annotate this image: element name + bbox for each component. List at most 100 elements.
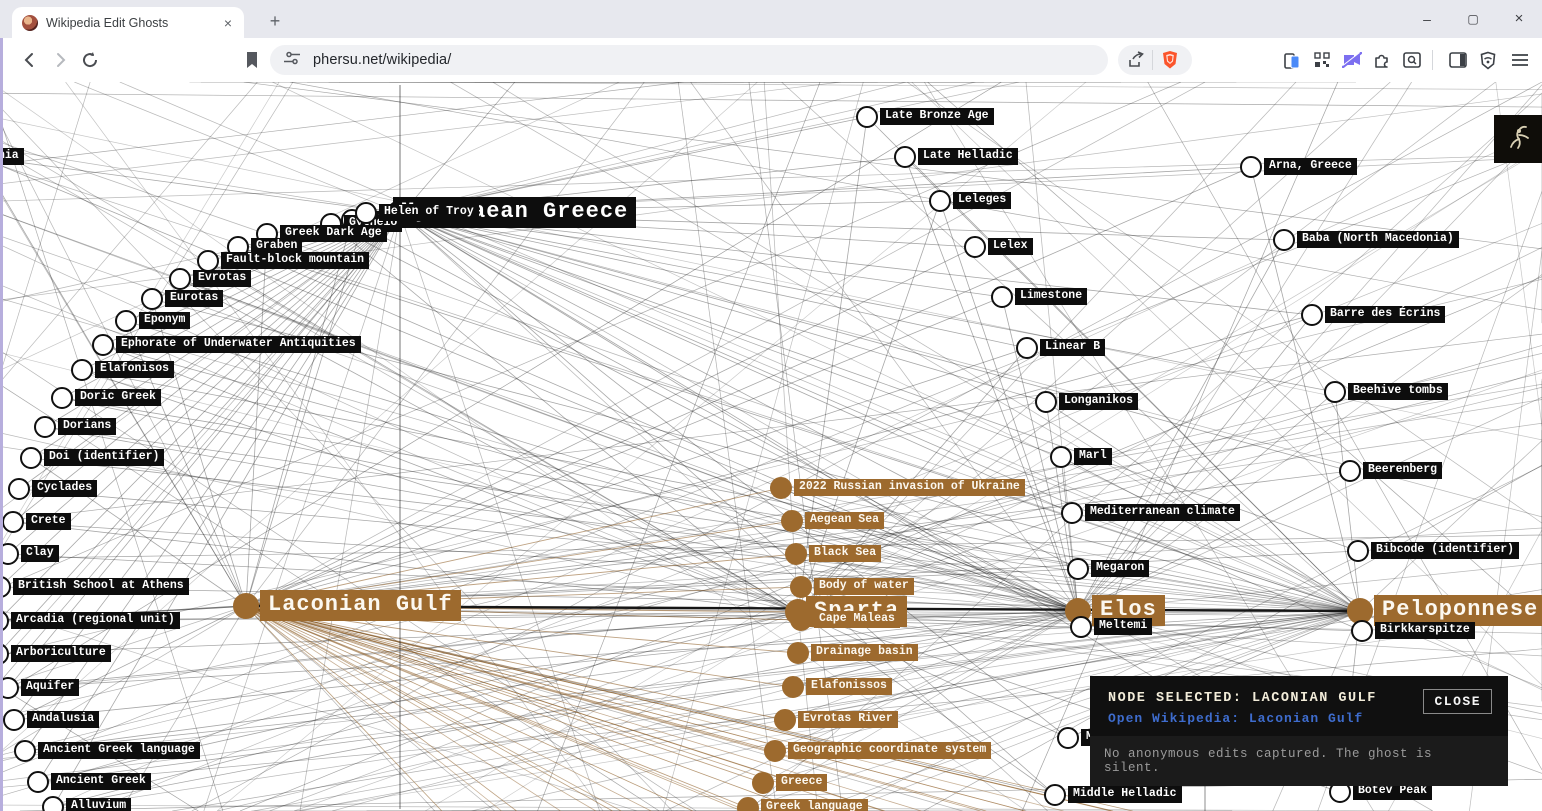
window-close-button[interactable]: ×	[1498, 0, 1540, 38]
site-settings-icon[interactable]	[284, 51, 301, 70]
node-label: Helen of Troy	[379, 204, 479, 221]
node-label: Aegean Sea	[805, 512, 884, 529]
node-circle[interactable]	[92, 334, 114, 356]
window-maximize-button[interactable]: ▢	[1452, 0, 1494, 38]
node-circle[interactable]	[770, 477, 792, 499]
node-circle[interactable]	[42, 796, 64, 811]
node-label: Ancient Greek	[51, 773, 151, 790]
share-icon[interactable]	[1122, 46, 1150, 74]
node-circle[interactable]	[774, 709, 796, 731]
node-circle[interactable]	[929, 190, 951, 212]
node-label: Late Bronze Age	[880, 108, 994, 125]
back-icon[interactable]	[16, 46, 44, 74]
node-circle[interactable]	[964, 236, 986, 258]
node-circle[interactable]	[1016, 337, 1038, 359]
node-circle[interactable]	[1035, 391, 1057, 413]
tab-title: Wikipedia Edit Ghosts	[46, 16, 214, 30]
node-circle[interactable]	[856, 106, 878, 128]
node-circle[interactable]	[233, 593, 259, 619]
node-label: Birkkarspitze	[1375, 622, 1475, 639]
panel-body: No anonymous edits captured. The ghost i…	[1090, 736, 1508, 786]
node-circle[interactable]	[2, 511, 24, 533]
node-label: Elafonisos	[95, 361, 174, 378]
node-circle[interactable]	[141, 288, 163, 310]
node-label: Greece	[776, 774, 827, 791]
video-off-icon[interactable]	[1338, 46, 1366, 74]
toolbar-divider	[1152, 50, 1153, 70]
reload-icon[interactable]	[76, 46, 104, 74]
url-bar[interactable]: phersu.net/wikipedia/	[270, 45, 1108, 75]
node-label: Limestone	[1015, 288, 1087, 305]
node-label: Andalusia	[27, 711, 99, 728]
node-circle[interactable]	[51, 387, 73, 409]
node-circle[interactable]	[1067, 558, 1089, 580]
node-circle[interactable]	[355, 202, 377, 224]
node-circle[interactable]	[1057, 727, 1079, 749]
sidebar-icon[interactable]	[1444, 46, 1472, 74]
node-circle[interactable]	[1240, 156, 1262, 178]
node-circle[interactable]	[169, 268, 191, 290]
phersu-ghost-logo[interactable]	[1494, 115, 1542, 163]
search-tabs-icon[interactable]	[1398, 46, 1426, 74]
node-circle[interactable]	[1339, 460, 1361, 482]
browser-toolbar: phersu.net/wikipedia/	[0, 38, 1542, 82]
node-circle[interactable]	[115, 310, 137, 332]
node-label: Linear B	[1040, 339, 1105, 356]
new-tab-button[interactable]: +	[262, 9, 288, 35]
node-circle[interactable]	[790, 576, 812, 598]
bookmark-icon[interactable]	[238, 46, 266, 74]
panel-header: NODE SELECTED: LACONIAN GULF Open Wikipe…	[1090, 676, 1508, 736]
node-circle[interactable]	[3, 709, 25, 731]
tab-close-icon[interactable]: ×	[222, 15, 234, 31]
node-circle[interactable]	[1351, 620, 1373, 642]
node-circle[interactable]	[1061, 502, 1083, 524]
node-circle[interactable]	[991, 286, 1013, 308]
node-circle[interactable]	[1301, 304, 1323, 326]
node-label: Doi (identifier)	[44, 449, 164, 466]
node-circle[interactable]	[764, 740, 786, 762]
node-circle[interactable]	[1044, 784, 1066, 806]
node-label: Meltemi	[1094, 618, 1152, 635]
forward-icon[interactable]	[46, 46, 74, 74]
device-icon[interactable]	[1278, 46, 1306, 74]
node-circle[interactable]	[27, 771, 49, 793]
node-circle[interactable]	[14, 740, 36, 762]
node-label: Laconian Gulf	[260, 590, 461, 621]
node-label: Clay	[21, 545, 59, 562]
extensions-icon[interactable]	[1368, 46, 1396, 74]
rewards-shield-icon[interactable]	[1474, 46, 1502, 74]
node-circle[interactable]	[782, 676, 804, 698]
ghost-status-message: No anonymous edits captured. The ghost i…	[1104, 747, 1494, 775]
node-circle[interactable]	[1050, 446, 1072, 468]
node-circle[interactable]	[1347, 540, 1369, 562]
node-circle[interactable]	[894, 146, 916, 168]
node-label: Barre des Écrins	[1325, 306, 1445, 323]
node-circle[interactable]	[20, 447, 42, 469]
brave-shield-icon[interactable]	[1156, 46, 1184, 74]
toolbar-divider-2	[1432, 50, 1433, 70]
browser-tab[interactable]: Wikipedia Edit Ghosts ×	[12, 7, 244, 38]
node-circle[interactable]	[71, 359, 93, 381]
qr-code-icon[interactable]	[1308, 46, 1336, 74]
node-circle[interactable]	[790, 609, 812, 631]
node-label: Middle Helladic	[1068, 786, 1182, 803]
menu-icon[interactable]	[1506, 46, 1534, 74]
node-circle[interactable]	[1324, 381, 1346, 403]
node-label: Crete	[26, 513, 71, 530]
window-minimize-button[interactable]: –	[1406, 0, 1448, 38]
graph-stage[interactable]: Mycenaean GreeceLaconian GulfSpartaElosP…	[0, 82, 1542, 811]
node-label: Arboriculture	[11, 645, 111, 662]
node-circle[interactable]	[8, 478, 30, 500]
node-circle[interactable]	[787, 642, 809, 664]
node-circle[interactable]	[197, 250, 219, 272]
node-label: Lelex	[988, 238, 1033, 255]
node-circle[interactable]	[785, 543, 807, 565]
url-text[interactable]: phersu.net/wikipedia/	[313, 52, 451, 68]
node-circle[interactable]	[34, 416, 56, 438]
node-circle[interactable]	[781, 510, 803, 532]
node-circle[interactable]	[752, 772, 774, 794]
close-button[interactable]: CLOSE	[1423, 689, 1492, 714]
node-circle[interactable]	[1070, 616, 1092, 638]
node-circle[interactable]	[1273, 229, 1295, 251]
node-label: Marl	[1074, 448, 1112, 465]
